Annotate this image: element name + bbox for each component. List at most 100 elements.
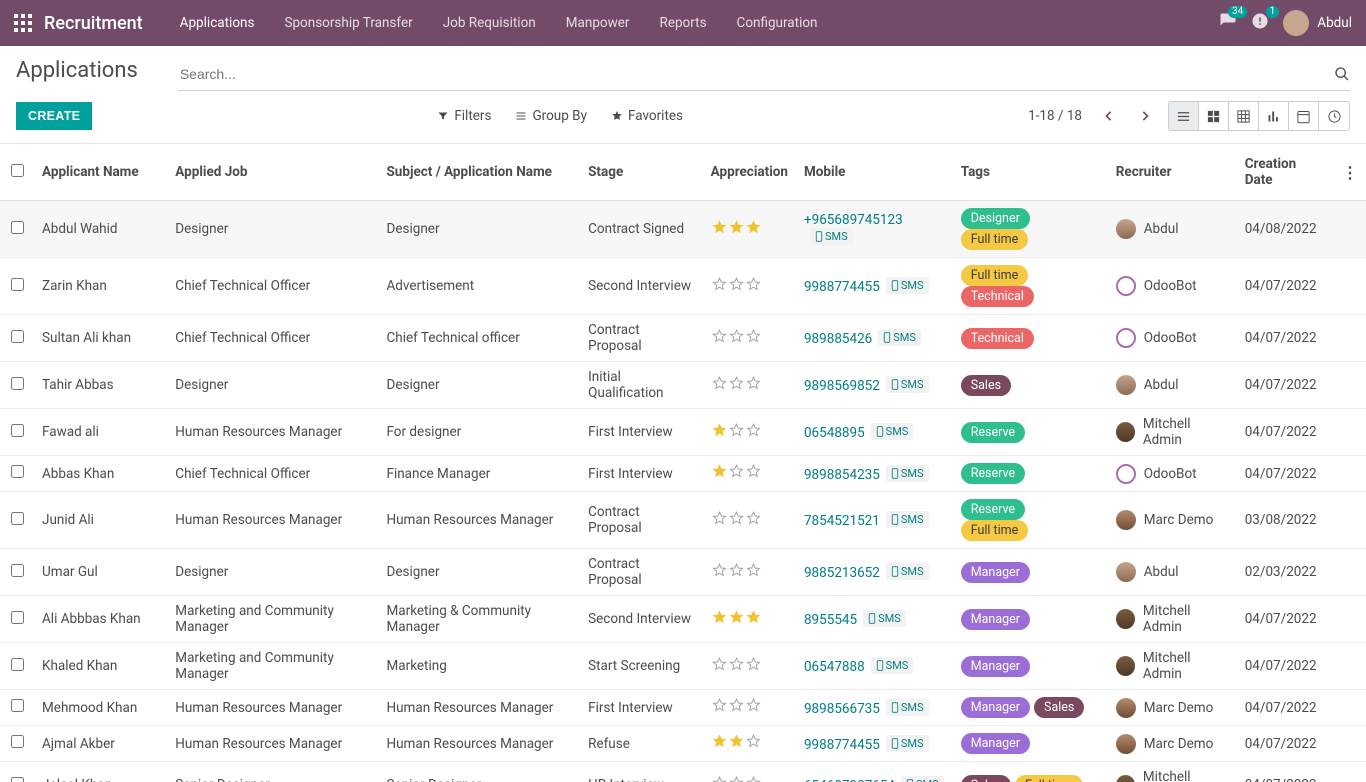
table-row[interactable]: Ali Abbbas KhanMarketing and Community M… bbox=[0, 596, 1366, 643]
create-button[interactable]: CREATE bbox=[16, 102, 92, 130]
nav-job-requisition[interactable]: Job Requisition bbox=[428, 0, 551, 46]
tag[interactable]: Technical bbox=[961, 286, 1034, 307]
tag[interactable]: Full time bbox=[961, 520, 1029, 541]
row-checkbox[interactable] bbox=[11, 777, 24, 782]
sms-button[interactable]: SMS bbox=[810, 228, 853, 245]
star-icon[interactable] bbox=[728, 733, 745, 750]
col-stage[interactable]: Stage bbox=[580, 144, 703, 201]
row-checkbox[interactable] bbox=[11, 699, 24, 712]
pager-next-button[interactable] bbox=[1132, 103, 1158, 129]
table-row[interactable]: Abdul WahidDesignerDesignerContract Sign… bbox=[0, 201, 1366, 258]
star-icon[interactable] bbox=[745, 775, 762, 782]
star-icon[interactable] bbox=[711, 733, 728, 750]
view-list-button[interactable] bbox=[1169, 102, 1199, 130]
mobile-link[interactable]: 989885426 bbox=[804, 331, 872, 347]
star-icon[interactable] bbox=[728, 775, 745, 782]
row-checkbox[interactable] bbox=[11, 564, 24, 577]
row-checkbox[interactable] bbox=[11, 221, 24, 234]
tag[interactable]: Manager bbox=[961, 609, 1030, 630]
star-icon[interactable] bbox=[728, 463, 745, 480]
col-tags[interactable]: Tags bbox=[953, 144, 1108, 201]
tag[interactable]: Manager bbox=[961, 562, 1030, 583]
view-pivot-button[interactable] bbox=[1229, 102, 1259, 130]
search-icon[interactable] bbox=[1334, 66, 1350, 82]
tag[interactable]: Reserve bbox=[961, 422, 1025, 443]
groupby-button[interactable]: Group By bbox=[515, 108, 587, 124]
col-job[interactable]: Applied Job bbox=[167, 144, 378, 201]
mobile-link[interactable]: 06548895 bbox=[804, 425, 865, 441]
star-icon[interactable] bbox=[745, 562, 762, 579]
table-row[interactable]: Abbas KhanChief Technical OfficerFinance… bbox=[0, 456, 1366, 492]
star-icon[interactable] bbox=[711, 328, 728, 345]
mobile-link[interactable]: 8955545 bbox=[804, 612, 857, 628]
tag[interactable]: Designer bbox=[961, 208, 1030, 229]
filters-button[interactable]: Filters bbox=[437, 108, 491, 124]
tag[interactable]: Full time bbox=[1015, 775, 1083, 782]
mobile-link[interactable]: 9898566735 bbox=[804, 701, 880, 717]
nav-reports[interactable]: Reports bbox=[645, 0, 722, 46]
star-icon[interactable] bbox=[728, 510, 745, 527]
sms-button[interactable]: SMS bbox=[878, 329, 921, 346]
row-checkbox[interactable] bbox=[11, 424, 24, 437]
tag[interactable]: Manager bbox=[961, 697, 1030, 718]
row-checkbox[interactable] bbox=[11, 735, 24, 748]
sms-button[interactable]: SMS bbox=[901, 776, 944, 782]
table-row[interactable]: Zarin KhanChief Technical OfficerAdverti… bbox=[0, 258, 1366, 315]
table-row[interactable]: Khaled KhanMarketing and Community Manag… bbox=[0, 643, 1366, 690]
star-icon[interactable] bbox=[711, 562, 728, 579]
view-calendar-button[interactable] bbox=[1289, 102, 1319, 130]
row-checkbox[interactable] bbox=[11, 611, 24, 624]
row-checkbox[interactable] bbox=[11, 377, 24, 390]
tag[interactable]: Sales bbox=[961, 775, 1011, 782]
nav-sponsorship-transfer[interactable]: Sponsorship Transfer bbox=[269, 0, 427, 46]
pager-prev-button[interactable] bbox=[1096, 103, 1122, 129]
table-row[interactable]: Mehmood KhanHuman Resources ManagerHuman… bbox=[0, 690, 1366, 726]
star-icon[interactable] bbox=[745, 656, 762, 673]
nav-applications[interactable]: Applications bbox=[165, 0, 270, 46]
nav-configuration[interactable]: Configuration bbox=[722, 0, 833, 46]
sms-button[interactable]: SMS bbox=[886, 563, 929, 580]
sms-button[interactable]: SMS bbox=[886, 465, 929, 482]
view-kanban-button[interactable] bbox=[1199, 102, 1229, 130]
view-graph-button[interactable] bbox=[1259, 102, 1289, 130]
mobile-link[interactable]: 9988774455 bbox=[804, 279, 880, 295]
col-recruiter[interactable]: Recruiter bbox=[1108, 144, 1237, 201]
table-row[interactable]: Tahir AbbasDesignerDesignerInitial Quali… bbox=[0, 362, 1366, 409]
tag[interactable]: Sales bbox=[961, 375, 1011, 396]
mobile-link[interactable]: 654687987654 bbox=[804, 778, 895, 782]
mobile-link[interactable]: 9988774455 bbox=[804, 737, 880, 753]
col-options-button[interactable]: ⋮ bbox=[1334, 144, 1366, 201]
col-applicant[interactable]: Applicant Name bbox=[34, 144, 167, 201]
sms-button[interactable]: SMS bbox=[871, 423, 914, 440]
tag[interactable]: Technical bbox=[961, 328, 1034, 349]
nav-manpower[interactable]: Manpower bbox=[551, 0, 645, 46]
sms-button[interactable]: SMS bbox=[886, 511, 929, 528]
activity-icon[interactable]: 1 bbox=[1251, 12, 1269, 34]
sms-button[interactable]: SMS bbox=[886, 699, 929, 716]
star-icon[interactable] bbox=[711, 219, 728, 236]
mobile-link[interactable]: 7854521521 bbox=[804, 513, 880, 529]
apps-icon[interactable] bbox=[14, 14, 32, 32]
star-icon[interactable] bbox=[728, 422, 745, 439]
star-icon[interactable] bbox=[711, 276, 728, 293]
star-icon[interactable] bbox=[745, 422, 762, 439]
star-icon[interactable] bbox=[711, 422, 728, 439]
tag[interactable]: Reserve bbox=[961, 499, 1025, 520]
sms-button[interactable]: SMS bbox=[886, 277, 929, 294]
sms-button[interactable]: SMS bbox=[886, 376, 929, 393]
star-icon[interactable] bbox=[711, 375, 728, 392]
user-menu[interactable]: Abdul bbox=[1283, 10, 1352, 36]
star-icon[interactable] bbox=[728, 656, 745, 673]
star-icon[interactable] bbox=[711, 775, 728, 782]
star-icon[interactable] bbox=[728, 375, 745, 392]
star-icon[interactable] bbox=[711, 609, 728, 626]
star-icon[interactable] bbox=[745, 375, 762, 392]
row-checkbox[interactable] bbox=[11, 465, 24, 478]
star-icon[interactable] bbox=[728, 219, 745, 236]
table-row[interactable]: Sultan Ali khanChief Technical OfficerCh… bbox=[0, 315, 1366, 362]
sms-button[interactable]: SMS bbox=[863, 610, 906, 627]
search-input[interactable] bbox=[178, 62, 1334, 86]
star-icon[interactable] bbox=[711, 656, 728, 673]
row-checkbox[interactable] bbox=[11, 330, 24, 343]
star-icon[interactable] bbox=[711, 463, 728, 480]
